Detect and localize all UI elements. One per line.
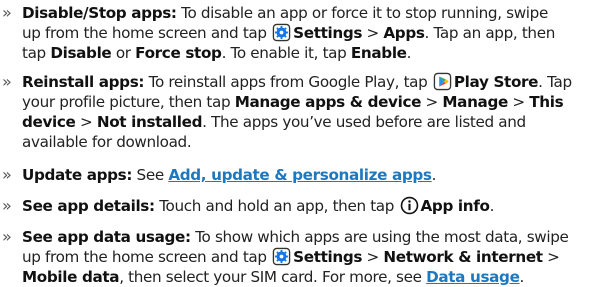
menu-term: Apps — [383, 24, 425, 42]
play-store-icon — [433, 72, 452, 91]
chevron-bullet-icon: » — [2, 165, 12, 184]
info-icon — [400, 196, 419, 215]
menu-term: Mobile data — [22, 268, 120, 286]
menu-term: App info — [420, 197, 490, 215]
menu-term: Enable — [350, 44, 407, 62]
chevron-bullet-icon: » — [2, 196, 12, 215]
menu-term: Manage apps & device — [234, 93, 422, 111]
menu-term: Not installed — [96, 113, 203, 131]
menu-term: Force stop — [135, 44, 222, 62]
menu-term: device — [22, 113, 76, 131]
menu-term: Settings — [293, 248, 363, 266]
item-heading: Disable/Stop apps: — [22, 4, 177, 22]
item-heading: Reinstall apps: — [22, 73, 145, 91]
item-heading: See app details: — [22, 197, 155, 215]
item-heading: See app data usage: — [22, 228, 191, 246]
chevron-bullet-icon: » — [2, 3, 12, 22]
add-update-personalize-apps-link[interactable]: Add, update & personalize apps — [168, 166, 432, 184]
item-heading: Update apps: — [22, 166, 133, 184]
menu-term: Manage — [442, 93, 508, 111]
chevron-bullet-icon: » — [2, 227, 12, 246]
data-usage-link[interactable]: Data usage — [426, 268, 520, 286]
menu-term: Network & internet — [383, 248, 543, 266]
menu-term: Disable — [50, 44, 112, 62]
chevron-bullet-icon: » — [2, 72, 12, 91]
instruction-list: » Disable/Stop apps: To disable an app o… — [2, 3, 572, 286]
settings-gear-icon — [272, 247, 291, 266]
settings-gear-icon — [272, 23, 291, 42]
menu-term: Settings — [293, 24, 363, 42]
menu-term: This — [529, 93, 564, 111]
menu-term: Play Store — [453, 73, 539, 91]
